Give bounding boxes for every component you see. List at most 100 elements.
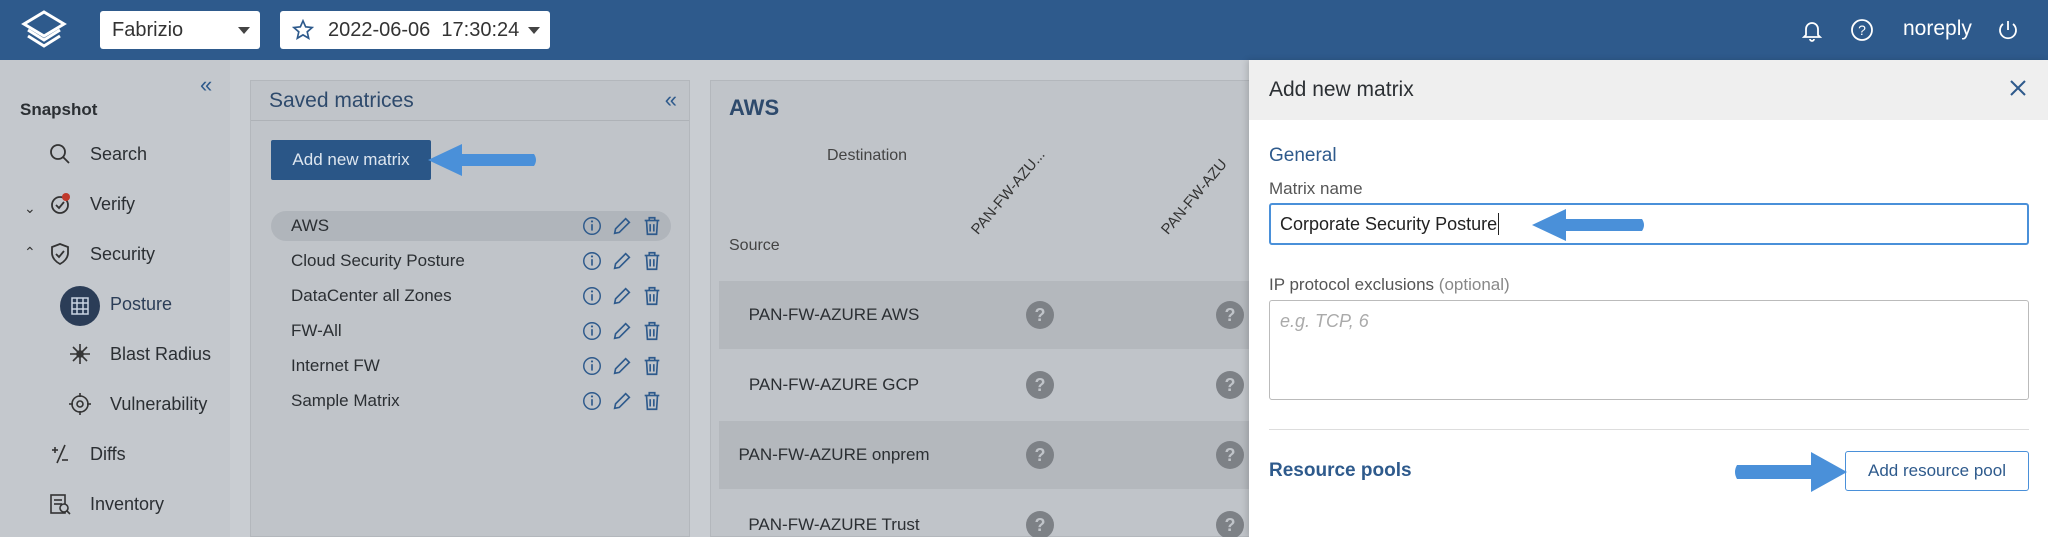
nav-item-posture[interactable]: Posture [110, 294, 172, 315]
matrix-row: PAN-FW-AZURE GCP [719, 351, 1259, 419]
diffs-icon [52, 444, 68, 464]
top-bar: Fabrizio 2022-06-06 17:30:24 ? noreply [0, 0, 2048, 60]
unknown-cell-icon[interactable]: ? [1216, 371, 1244, 399]
matrix-name-input[interactable]: Corporate Security Posture [1269, 203, 2029, 245]
matrix-row: PAN-FW-AZURE onprem [719, 421, 1259, 489]
collapse-panel-icon[interactable]: « [665, 87, 677, 113]
row-actions [581, 250, 663, 272]
nav-label: Security [90, 243, 156, 264]
matrix-row-aws[interactable]: AWS [271, 211, 671, 241]
edit-icon[interactable] [611, 320, 633, 342]
nav-item-vulnerability[interactable]: Vulnerability [68, 392, 207, 416]
unknown-cell-icon[interactable]: ? [1026, 441, 1054, 469]
row-label: PAN-FW-AZURE AWS [748, 305, 920, 324]
delete-icon[interactable] [641, 250, 663, 272]
matrix-row[interactable]: Sample Matrix [271, 386, 671, 416]
delete-icon[interactable] [641, 320, 663, 342]
row-label: PAN-FW-AZURE GCP [748, 375, 920, 394]
matrix-name-value: Corporate Security Posture [1280, 213, 1498, 234]
info-icon[interactable] [581, 215, 603, 237]
column-header: PAN-FW-AZU... [967, 146, 1049, 238]
collapse-nav-icon[interactable]: « [200, 72, 212, 98]
matrix-name: Internet FW [291, 356, 380, 375]
close-icon[interactable] [2006, 76, 2030, 100]
column-header: PAN-FW-AZU [1157, 155, 1231, 238]
delete-icon[interactable] [641, 390, 663, 412]
info-icon[interactable] [581, 285, 603, 307]
edit-icon[interactable] [611, 390, 633, 412]
unknown-cell-icon[interactable]: ? [1026, 371, 1054, 399]
snapshot-select[interactable]: 2022-06-06 17:30:24 [280, 11, 550, 49]
chevron-down-icon[interactable]: ⌄ [24, 200, 36, 217]
inventory-icon [50, 494, 71, 515]
arrow-annotation-icon [1735, 452, 1847, 492]
matrix-row: PAN-FW-AZURE Trust [719, 491, 1259, 537]
source-label: Source [729, 237, 780, 254]
matrix-row: PAN-FW-AZURE AWS [719, 281, 1259, 349]
chevron-down-icon [528, 27, 540, 34]
snapshot-value: 2022-06-06 17:30:24 [328, 18, 520, 41]
verify-icon [51, 193, 70, 214]
row-actions [581, 355, 663, 377]
matrix-row[interactable]: FW-All [271, 316, 671, 346]
delete-icon[interactable] [641, 215, 663, 237]
matrix-row[interactable]: Cloud Security Posture [271, 246, 671, 276]
nav-label: Verify [90, 193, 136, 214]
add-new-matrix-button[interactable]: Add new matrix [271, 140, 431, 180]
saved-matrices-header: Saved matrices « [251, 81, 689, 121]
star-icon[interactable] [292, 19, 314, 41]
info-icon[interactable] [581, 390, 603, 412]
nav-label: Search [90, 143, 148, 164]
edit-icon[interactable] [611, 215, 633, 237]
unknown-cell-icon[interactable]: ? [1026, 511, 1054, 537]
help-icon[interactable]: ? [1850, 18, 1874, 42]
row-label: PAN-FW-AZURE onprem [738, 445, 930, 464]
nav-item-verify[interactable]: Verify [48, 192, 135, 216]
info-icon[interactable] [581, 250, 603, 272]
posture-icon[interactable] [60, 286, 100, 326]
workspace-select[interactable]: Fabrizio [100, 11, 260, 49]
bell-icon[interactable] [1800, 18, 1824, 42]
unknown-cell-icon[interactable]: ? [1216, 301, 1244, 329]
row-actions [581, 215, 663, 237]
matrix-name: FW-All [291, 321, 342, 340]
unknown-cell-icon[interactable]: ? [1216, 511, 1244, 537]
app-logo-icon[interactable] [18, 8, 70, 52]
row-label: PAN-FW-AZURE Trust [748, 515, 920, 534]
nav-item-security[interactable]: Security [48, 242, 155, 266]
nav-item-diffs[interactable]: Diffs [48, 442, 126, 466]
chevron-up-icon[interactable]: ⌃ [24, 244, 36, 261]
user-name[interactable]: noreply [1903, 17, 1972, 41]
chevron-down-icon [238, 27, 250, 34]
matrix-title: AWS [729, 95, 780, 120]
add-matrix-drawer: Add new matrix General Matrix name Corpo… [1249, 60, 2048, 537]
edit-icon[interactable] [611, 250, 633, 272]
optional-tag: (optional) [1438, 275, 1510, 294]
matrix-row[interactable]: Internet FW [271, 351, 671, 381]
row-actions [581, 390, 663, 412]
svg-text:?: ? [1858, 22, 1866, 38]
info-icon[interactable] [581, 355, 603, 377]
info-icon[interactable] [581, 320, 603, 342]
matrix-name: Cloud Security Posture [291, 251, 465, 270]
section-resource-pools: Resource pools [1269, 460, 1412, 481]
nav-item-inventory[interactable]: Inventory [48, 492, 164, 516]
unknown-cell-icon[interactable]: ? [1216, 441, 1244, 469]
delete-icon[interactable] [641, 285, 663, 307]
ip-exclusions-textarea[interactable]: e.g. TCP, 6 [1269, 300, 2029, 400]
edit-icon[interactable] [611, 285, 633, 307]
arrow-annotation-icon [1532, 209, 1644, 241]
power-icon[interactable] [1996, 18, 2020, 42]
nav-item-search[interactable]: Search [48, 142, 147, 166]
matrix-row[interactable]: DataCenter all Zones [271, 281, 671, 311]
ip-exclusions-label: IP protocol exclusions (optional) [1269, 275, 1510, 295]
matrix-name: Sample Matrix [291, 391, 400, 410]
delete-icon[interactable] [641, 355, 663, 377]
drawer-header: Add new matrix [1249, 60, 2048, 120]
unknown-cell-icon[interactable]: ? [1026, 301, 1054, 329]
row-actions [581, 320, 663, 342]
row-actions [581, 285, 663, 307]
edit-icon[interactable] [611, 355, 633, 377]
add-resource-pool-button[interactable]: Add resource pool [1845, 451, 2029, 491]
nav-item-blast-radius[interactable]: Blast Radius [68, 342, 211, 366]
